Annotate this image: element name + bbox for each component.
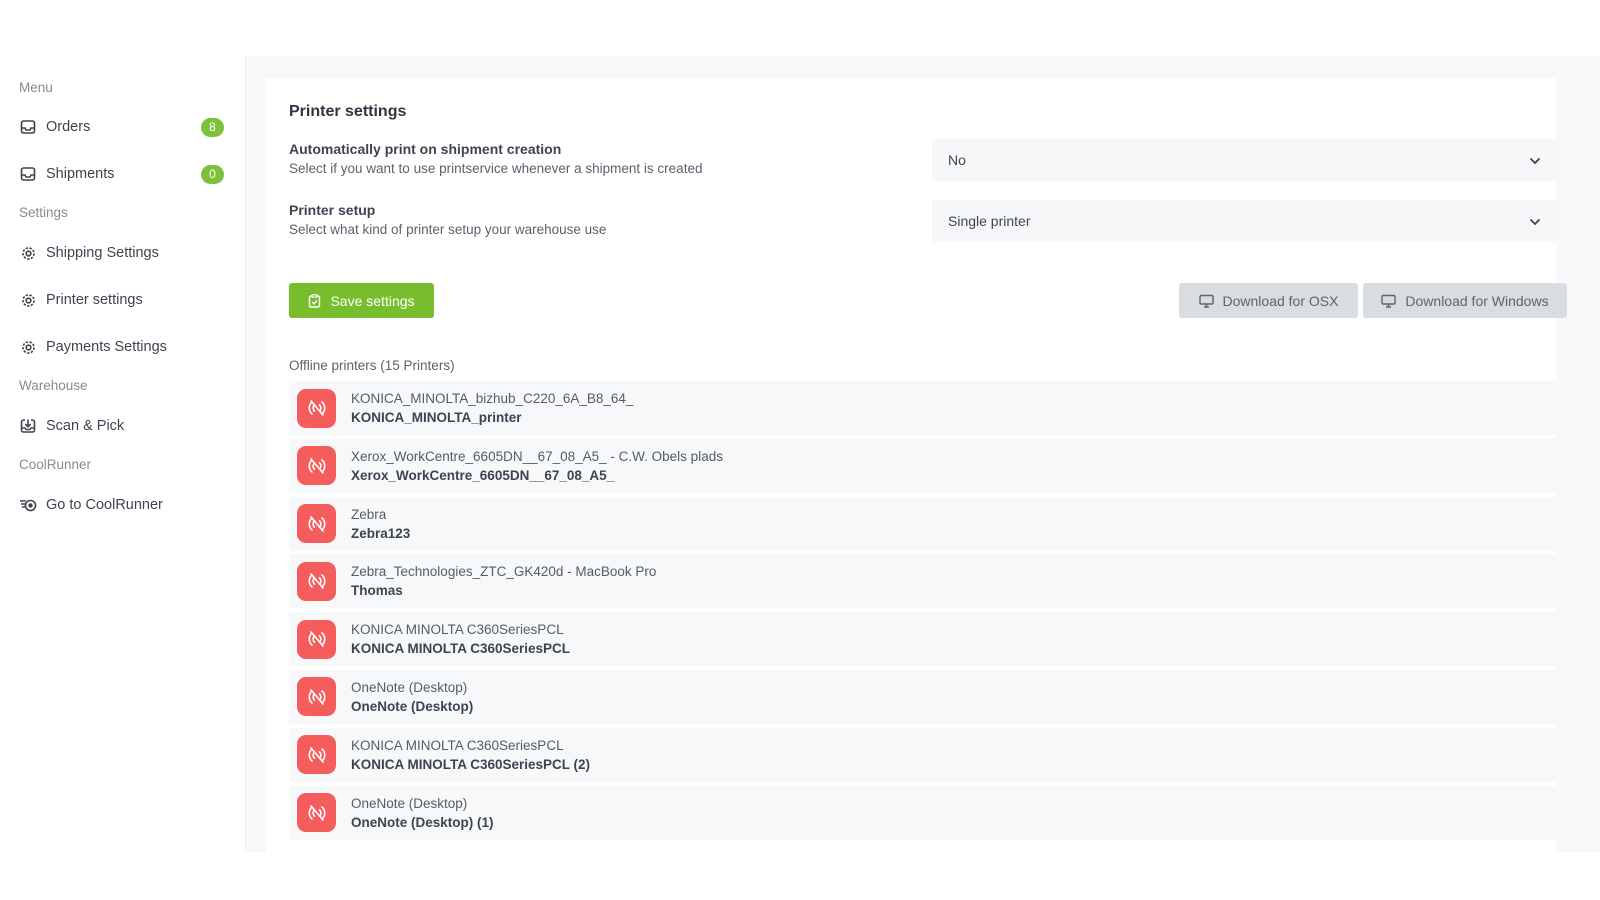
offline-signal-icon [297, 504, 336, 544]
printer-label: OneNote (Desktop) [351, 698, 474, 714]
sidebar-item-scan-pick[interactable]: Scan & Pick [19, 414, 224, 438]
printer-setup-label: Printer setup [289, 202, 376, 218]
auto-print-select-value: No [948, 152, 966, 168]
monitor-icon [1198, 294, 1214, 308]
printer-label: Xerox_WorkCentre_6605DN__67_08_A5_ [351, 467, 615, 483]
auto-print-label: Automatically print on shipment creation [289, 141, 562, 157]
printer-name: OneNote (Desktop) [351, 679, 468, 695]
printer-name: OneNote (Desktop) [351, 795, 468, 811]
offline-signal-icon [297, 735, 336, 775]
offline-signal-icon [297, 793, 336, 833]
printer-row[interactable]: Zebra_Technologies_ZTC_GK420d - MacBook … [289, 554, 1557, 609]
shipments-count-badge: 0 [201, 164, 224, 184]
sidebar-item-label: Orders [46, 119, 91, 135]
printer-row[interactable]: OneNote (Desktop) OneNote (Desktop) (1) [289, 785, 1557, 840]
download-osx-button[interactable]: Download for OSX [1179, 283, 1358, 318]
printer-label: Thomas [351, 583, 403, 599]
sidebar-section-menu: Menu [19, 80, 53, 95]
printer-setup-select[interactable]: Single printer [932, 200, 1557, 242]
sidebar-item-shipping-settings[interactable]: Shipping Settings [19, 241, 224, 265]
sidebar-item-payments-settings[interactable]: Payments Settings [19, 335, 224, 359]
sidebar: Menu Orders 8 Shipments 0 Settings Shipp… [0, 56, 246, 852]
gear-icon [19, 291, 37, 309]
printer-name: KONICA MINOLTA C360SeriesPCL [351, 622, 564, 638]
download-osx-label: Download for OSX [1222, 292, 1339, 309]
printer-name: KONICA_MINOLTA_bizhub_C220_6A_B8_64_ [351, 391, 634, 406]
sidebar-item-printer-settings[interactable]: Printer settings [19, 288, 224, 312]
download-windows-button[interactable]: Download for Windows [1363, 283, 1567, 318]
chevron-down-icon [1529, 152, 1541, 168]
main-content: Printer settings Automatically print on … [246, 56, 1600, 852]
sidebar-item-orders[interactable]: Orders 8 [19, 115, 224, 139]
offline-printers-heading: Offline printers (15 Printers) [289, 358, 455, 373]
auto-print-description: Select if you want to use printservice w… [289, 161, 703, 176]
offline-signal-icon [297, 446, 336, 486]
auto-print-select[interactable]: No [932, 139, 1557, 181]
monitor-icon [1381, 294, 1397, 308]
offline-signal-icon [297, 561, 336, 601]
offline-signal-icon [297, 619, 336, 659]
offline-signal-icon [297, 388, 336, 428]
offline-printer-list: KONICA_MINOLTA_bizhub_C220_6A_B8_64_ KONI… [289, 381, 1557, 843]
download-windows-label: Download for Windows [1405, 292, 1549, 309]
sidebar-item-label: Printer settings [46, 292, 143, 308]
sidebar-section-warehouse: Warehouse [19, 378, 88, 393]
printer-row[interactable]: KONICA MINOLTA C360SeriesPCL KONICA MINOL… [289, 612, 1557, 667]
sidebar-item-label: Shipments [46, 166, 115, 182]
printer-row[interactable]: OneNote (Desktop) OneNote (Desktop) [289, 669, 1557, 724]
sidebar-item-label: Go to CoolRunner [46, 497, 163, 513]
inbox-icon [19, 118, 37, 136]
sidebar-item-label: Shipping Settings [46, 245, 159, 261]
printer-setup-description: Select what kind of printer setup your w… [289, 222, 607, 237]
download-box-icon [19, 417, 37, 435]
printer-setup-select-value: Single printer [948, 213, 1031, 229]
gear-icon [19, 244, 37, 262]
printer-label: KONICA MINOLTA C360SeriesPCL [351, 641, 571, 657]
printer-name: KONICA MINOLTA C360SeriesPCL [351, 737, 564, 753]
sidebar-item-label: Payments Settings [46, 339, 167, 355]
chevron-down-icon [1529, 213, 1541, 229]
printer-settings-panel: Printer settings Automatically print on … [266, 78, 1567, 852]
bottom-strip [0, 852, 1600, 900]
save-settings-button[interactable]: Save settings [289, 283, 434, 318]
printer-label: OneNote (Desktop) (1) [351, 814, 494, 830]
sidebar-item-label: Scan & Pick [46, 418, 125, 434]
gear-icon [19, 338, 37, 356]
offline-signal-icon [297, 677, 336, 717]
printer-name: Zebra_Technologies_ZTC_GK420d - MacBook … [351, 564, 657, 580]
printer-row[interactable]: Xerox_WorkCentre_6605DN__67_08_A5_ - C.W… [289, 438, 1557, 493]
printer-label: Zebra123 [351, 525, 411, 541]
printer-row[interactable]: KONICA MINOLTA C360SeriesPCL KONICA MINOL… [289, 727, 1557, 782]
printer-label: KONICA_MINOLTA_printer [351, 410, 522, 425]
top-bar [0, 0, 1600, 56]
orders-count-badge: 8 [201, 117, 224, 137]
printer-row[interactable]: Zebra Zebra123 [289, 496, 1557, 551]
printer-label: KONICA MINOLTA C360SeriesPCL (2) [351, 756, 591, 772]
coolrunner-logo-icon [19, 496, 37, 514]
save-settings-label: Save settings [330, 292, 415, 309]
sidebar-item-go-to-coolrunner[interactable]: Go to CoolRunner [19, 493, 224, 517]
clipboard-check-icon [308, 293, 321, 308]
sidebar-item-shipments[interactable]: Shipments 0 [19, 162, 224, 186]
inbox-icon [19, 165, 37, 183]
printer-row[interactable]: KONICA_MINOLTA_bizhub_C220_6A_B8_64_ KONI… [289, 381, 1557, 435]
sidebar-section-coolrunner: CoolRunner [19, 457, 92, 472]
sidebar-section-settings: Settings [19, 205, 68, 220]
printer-name: Zebra [351, 506, 387, 522]
printer-name: Xerox_WorkCentre_6605DN__67_08_A5_ - C.W… [351, 448, 723, 464]
page-title: Printer settings [289, 103, 407, 120]
